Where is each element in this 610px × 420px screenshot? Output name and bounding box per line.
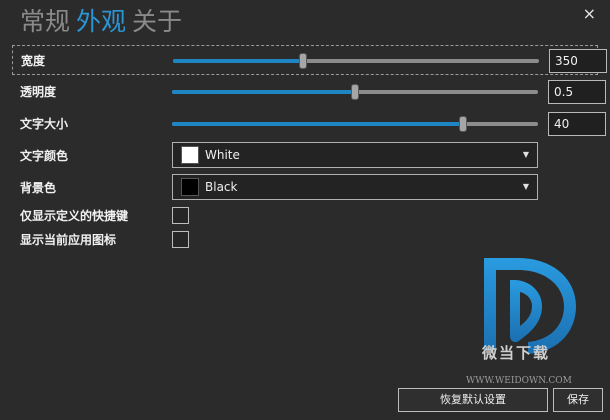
setting-row-width: 宽度 350 xyxy=(12,45,607,75)
watermark-url: WWW.WEIDOWN.COM xyxy=(466,376,572,386)
width-slider[interactable] xyxy=(173,53,539,69)
opacity-label: 透明度 xyxy=(20,85,57,99)
color-swatch xyxy=(181,178,199,196)
slider-thumb[interactable] xyxy=(351,84,359,100)
dropdown-arrow-icon: ▼ xyxy=(522,150,529,159)
tab-about[interactable]: 关于 xyxy=(132,4,182,40)
font-size-value-input[interactable]: 40 xyxy=(548,112,606,136)
slider-fill xyxy=(172,90,355,94)
show-app-icon-checkbox[interactable] xyxy=(172,231,189,248)
text-color-select[interactable]: White ▼ xyxy=(172,142,538,168)
opacity-value-input[interactable]: 0.5 xyxy=(548,80,606,104)
color-swatch xyxy=(181,146,199,164)
background-color-label: 背景色 xyxy=(20,181,57,195)
width-value-input[interactable]: 350 xyxy=(549,49,607,73)
width-label: 宽度 xyxy=(21,54,46,68)
close-icon[interactable]: × xyxy=(583,6,596,22)
opacity-slider[interactable] xyxy=(172,84,538,100)
slider-fill xyxy=(173,59,303,63)
text-color-value: White xyxy=(205,148,240,162)
restore-defaults-button[interactable]: 恢复默认设置 xyxy=(398,388,548,412)
watermark-name: 微当下载 xyxy=(482,344,551,362)
save-button[interactable]: 保存 xyxy=(553,388,603,412)
setting-row-text-color: 文字颜色 White ▼ xyxy=(12,141,598,171)
tab-appearance[interactable]: 外观 xyxy=(76,4,126,40)
tab-general[interactable]: 常规 xyxy=(20,4,70,40)
font-size-label: 文字大小 xyxy=(20,117,69,131)
background-color-select[interactable]: Black ▼ xyxy=(172,174,538,200)
only-custom-shortcuts-checkbox[interactable] xyxy=(172,207,189,224)
slider-thumb[interactable] xyxy=(298,53,307,69)
tab-bar: 常规 外观 关于 xyxy=(20,4,182,40)
background-color-value: Black xyxy=(205,180,238,194)
setting-row-background-color: 背景色 Black ▼ xyxy=(12,173,598,203)
show-app-icon-label: 显示当前应用图标 xyxy=(20,233,117,247)
text-color-label: 文字颜色 xyxy=(20,149,69,163)
setting-row-font-size: 文字大小 40 xyxy=(12,109,606,139)
slider-thumb[interactable] xyxy=(458,116,467,132)
slider-fill xyxy=(172,122,463,126)
dropdown-arrow-icon: ▼ xyxy=(522,182,529,191)
weidown-logo xyxy=(484,258,576,354)
font-size-slider[interactable] xyxy=(172,116,538,132)
setting-row-opacity: 透明度 0.5 xyxy=(12,77,606,107)
